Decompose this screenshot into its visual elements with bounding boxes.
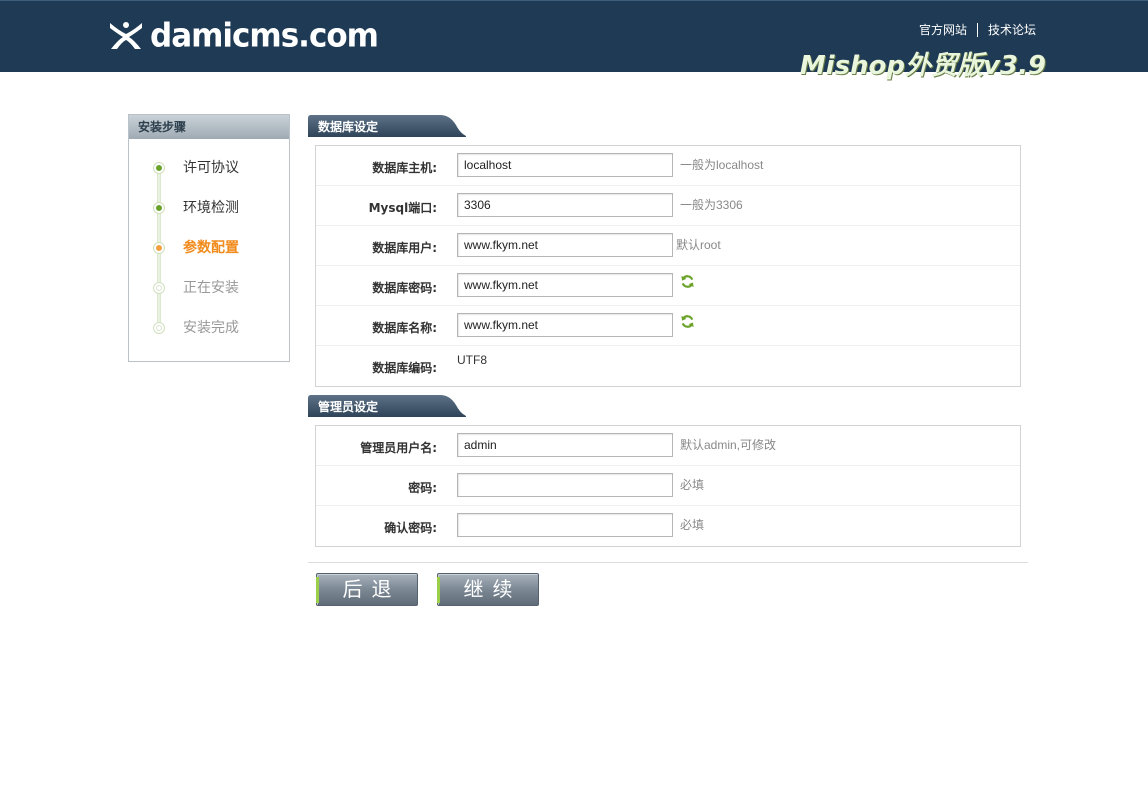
admin-confirm-hint: 必填 xyxy=(680,518,705,532)
top-links: 官方网站 技术论坛 xyxy=(919,21,1036,38)
step-pending-dot-icon xyxy=(153,282,165,294)
db-port-label: Mysql端口: xyxy=(368,201,437,215)
db-password-row: 数据库密码: xyxy=(316,266,1020,306)
refresh-icon[interactable] xyxy=(680,314,695,329)
db-charset-row: 数据库编码: UTF8 xyxy=(316,346,1020,386)
admin-settings-form: 管理员用户名: 默认admin,可修改 密码: 必填 确认密码: 必填 xyxy=(315,425,1021,547)
admin-section-title: 管理员设定 xyxy=(318,400,379,414)
db-password-label: 数据库密码: xyxy=(372,281,437,295)
admin-username-hint: 默认admin,可修改 xyxy=(680,438,777,452)
db-name-row: 数据库名称: xyxy=(316,306,1020,346)
admin-username-row: 管理员用户名: 默认admin,可修改 xyxy=(316,426,1020,466)
install-steps-title: 安装步骤 xyxy=(129,115,289,139)
db-name-input[interactable] xyxy=(457,313,673,337)
step-environment-check: 环境检测 xyxy=(153,196,289,236)
db-user-hint: 默认root xyxy=(676,238,721,252)
back-button[interactable]: 后退 xyxy=(316,573,418,606)
version-title: Mishop外贸版v3.9 xyxy=(799,51,1046,81)
logo[interactable]: damicms.com xyxy=(108,17,379,55)
link-divider xyxy=(976,22,978,37)
refresh-icon[interactable] xyxy=(680,274,695,289)
db-user-label: 数据库用户: xyxy=(372,241,437,255)
db-charset-value: UTF8 xyxy=(457,353,487,367)
db-host-input[interactable] xyxy=(457,153,673,177)
step-done-dot-icon xyxy=(153,162,165,174)
step-installing: 正在安装 xyxy=(153,276,289,316)
step-label: 环境检测 xyxy=(183,200,239,216)
db-name-label: 数据库名称: xyxy=(372,321,437,335)
logo-text: damicms.com xyxy=(150,17,379,55)
admin-password-hint: 必填 xyxy=(680,478,705,492)
db-port-input[interactable] xyxy=(457,193,673,217)
step-done-dot-icon xyxy=(153,202,165,214)
step-label: 正在安装 xyxy=(183,280,239,296)
db-user-row: 数据库用户: 默认root xyxy=(316,226,1020,266)
step-config: 参数配置 xyxy=(153,236,289,276)
step-pending-dot-icon xyxy=(153,322,165,334)
db-port-hint: 一般为3306 xyxy=(680,198,743,212)
db-user-input[interactable] xyxy=(457,233,673,257)
admin-password-row: 密码: 必填 xyxy=(316,466,1020,506)
official-site-link[interactable]: 官方网站 xyxy=(919,21,967,38)
admin-confirm-row: 确认密码: 必填 xyxy=(316,506,1020,546)
admin-confirm-label: 确认密码: xyxy=(384,521,437,535)
admin-username-label: 管理员用户名: xyxy=(360,441,437,455)
db-section-title: 数据库设定 xyxy=(318,120,379,134)
admin-username-input[interactable] xyxy=(457,433,673,457)
continue-button[interactable]: 继续 xyxy=(437,573,539,606)
db-password-input[interactable] xyxy=(457,273,673,297)
logo-icon xyxy=(110,22,142,49)
forum-link[interactable]: 技术论坛 xyxy=(988,21,1036,38)
db-section-tab: 数据库设定 xyxy=(308,115,468,137)
db-charset-label: 数据库编码: xyxy=(372,361,437,375)
admin-password-label: 密码: xyxy=(408,481,437,495)
admin-section-tab: 管理员设定 xyxy=(308,395,468,417)
step-label: 许可协议 xyxy=(183,160,239,176)
step-label: 安装完成 xyxy=(183,320,239,336)
db-host-label: 数据库主机: xyxy=(372,161,437,175)
db-host-hint: 一般为localhost xyxy=(680,158,764,172)
step-list: 许可协议 环境检测 参数配置 正在安装 安装完成 xyxy=(129,139,289,356)
db-settings-form: 数据库主机: 一般为localhost Mysql端口: 一般为3306 数据库… xyxy=(315,145,1021,387)
header: damicms.com 官方网站 技术论坛 Mishop外贸版v3.9 xyxy=(0,0,1148,81)
step-active-dot-icon xyxy=(153,242,165,254)
step-label: 参数配置 xyxy=(183,240,239,256)
admin-confirm-password-input[interactable] xyxy=(457,513,673,537)
db-port-row: Mysql端口: 一般为3306 xyxy=(316,186,1020,226)
step-license: 许可协议 xyxy=(153,156,289,196)
install-steps-panel: 安装步骤 许可协议 环境检测 参数配置 正在安装 安装完成 xyxy=(128,114,290,362)
admin-password-input[interactable] xyxy=(457,473,673,497)
db-host-row: 数据库主机: 一般为localhost xyxy=(316,146,1020,186)
form-divider xyxy=(308,562,1028,563)
step-complete: 安装完成 xyxy=(153,316,289,356)
